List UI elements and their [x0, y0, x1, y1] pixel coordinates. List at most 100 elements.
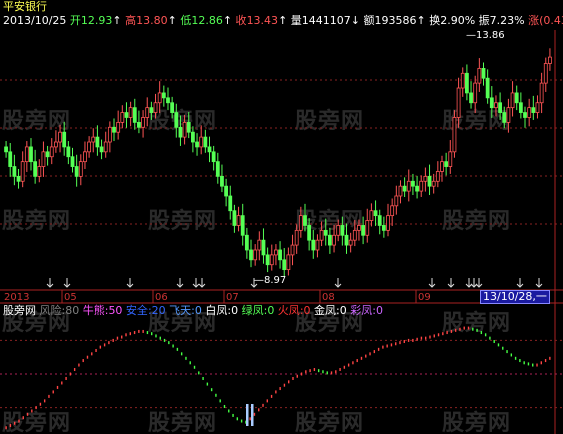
event-arrow-icon[interactable] — [176, 278, 184, 288]
candle-body — [352, 229, 357, 241]
candle — [99, 139, 104, 160]
indicator-param-value: 0 — [375, 304, 383, 317]
candle-body — [340, 225, 345, 236]
candle — [435, 161, 440, 188]
indicator-param-value: 80 — [65, 304, 80, 317]
indicator-param-value: 0 — [194, 304, 202, 317]
event-arrow-icon[interactable] — [334, 278, 342, 288]
candle-body — [228, 195, 233, 212]
candle-body — [377, 215, 382, 226]
candle-body — [157, 92, 162, 104]
candle — [112, 118, 116, 142]
candle — [37, 159, 42, 183]
indicator-name: 股旁网 — [3, 304, 36, 317]
candle-body — [373, 210, 378, 217]
high-price-label: —13.86 — [466, 30, 505, 41]
candle — [161, 85, 166, 107]
candle — [381, 216, 386, 238]
indicator-param-label: 牛熊 — [79, 304, 105, 317]
candle — [157, 81, 162, 114]
candle — [361, 216, 366, 245]
candle-body — [406, 180, 411, 192]
event-arrow-icon[interactable] — [198, 278, 206, 288]
candle — [452, 110, 457, 158]
candle — [518, 92, 523, 119]
event-arrow-icon[interactable] — [475, 278, 483, 288]
indicator-param-label: 白凤 — [201, 304, 228, 317]
candle — [419, 175, 424, 197]
candle-body — [485, 77, 490, 99]
stock-chart-window: 平安银行 2013/10/25 开12.93↑ 高13.80↑ 低12.86↑ … — [0, 0, 563, 434]
candle — [232, 204, 237, 233]
candle — [228, 185, 233, 220]
candle-body — [66, 146, 71, 158]
candle — [116, 110, 121, 140]
candle-body — [390, 205, 395, 217]
event-arrow-icon[interactable] — [428, 278, 436, 288]
candle-body — [531, 107, 536, 113]
candle — [365, 208, 370, 243]
candle-body — [423, 175, 428, 182]
event-arrow-icon[interactable] — [465, 278, 473, 288]
signal-bar — [251, 404, 254, 426]
candle-body — [431, 180, 436, 187]
candle — [16, 169, 21, 189]
candle — [41, 141, 46, 177]
price-chart[interactable]: —13.86—8.972013 05 06 07 08 09 — [0, 0, 563, 434]
event-arrow-icon[interactable] — [192, 278, 200, 288]
candle — [45, 145, 50, 166]
event-arrow-icon[interactable] — [63, 278, 71, 288]
event-arrow-icon[interactable] — [516, 278, 524, 288]
candle-body — [170, 102, 175, 113]
candle-body — [95, 136, 100, 148]
candle — [460, 67, 465, 97]
candle-body — [307, 225, 312, 241]
candle-body — [502, 112, 507, 123]
candle — [153, 93, 158, 119]
candle — [58, 124, 62, 153]
indicator-params-row: 股旁网 风险:80 牛熊:50 安全:20 飞天:0 白凤:0 绿凤:0 火凤:… — [3, 305, 383, 317]
candle — [377, 209, 382, 235]
candle — [128, 101, 133, 127]
candle-body — [33, 161, 38, 177]
event-arrow-icon[interactable] — [447, 278, 455, 288]
candle — [182, 115, 187, 145]
candle-body — [444, 161, 449, 167]
candle — [224, 178, 229, 207]
candle-body — [45, 151, 50, 158]
event-arrow-icon[interactable] — [46, 278, 54, 288]
candle — [510, 81, 515, 117]
candle-body — [112, 126, 116, 133]
candle-body — [137, 121, 141, 128]
candle — [431, 173, 436, 194]
candle — [166, 87, 170, 111]
candle — [66, 141, 71, 165]
candle — [327, 227, 332, 254]
candle-body — [548, 56, 552, 64]
candle-body — [83, 151, 87, 163]
candle — [178, 115, 183, 146]
candle — [107, 121, 112, 153]
candle — [174, 103, 179, 138]
candle-body — [298, 215, 303, 231]
event-markers[interactable] — [46, 278, 543, 288]
candle — [469, 81, 473, 109]
candle-body — [215, 161, 220, 177]
candle — [290, 234, 295, 266]
indicator-param-label: 安全 — [122, 304, 148, 317]
candle-body — [132, 107, 137, 123]
candle-body — [489, 97, 494, 109]
event-arrow-icon[interactable] — [126, 278, 134, 288]
candle-body — [460, 72, 465, 89]
candle-body — [315, 239, 320, 251]
candle — [244, 227, 249, 259]
event-arrow-icon[interactable] — [535, 278, 543, 288]
candle — [523, 106, 527, 128]
event-arrow-icon[interactable] — [470, 278, 478, 288]
candle-body — [182, 121, 187, 138]
candle — [386, 203, 390, 237]
candle — [190, 126, 195, 153]
candle — [415, 175, 419, 199]
indicator-param-label: 火凤 — [274, 304, 300, 317]
candle-body — [107, 126, 112, 143]
